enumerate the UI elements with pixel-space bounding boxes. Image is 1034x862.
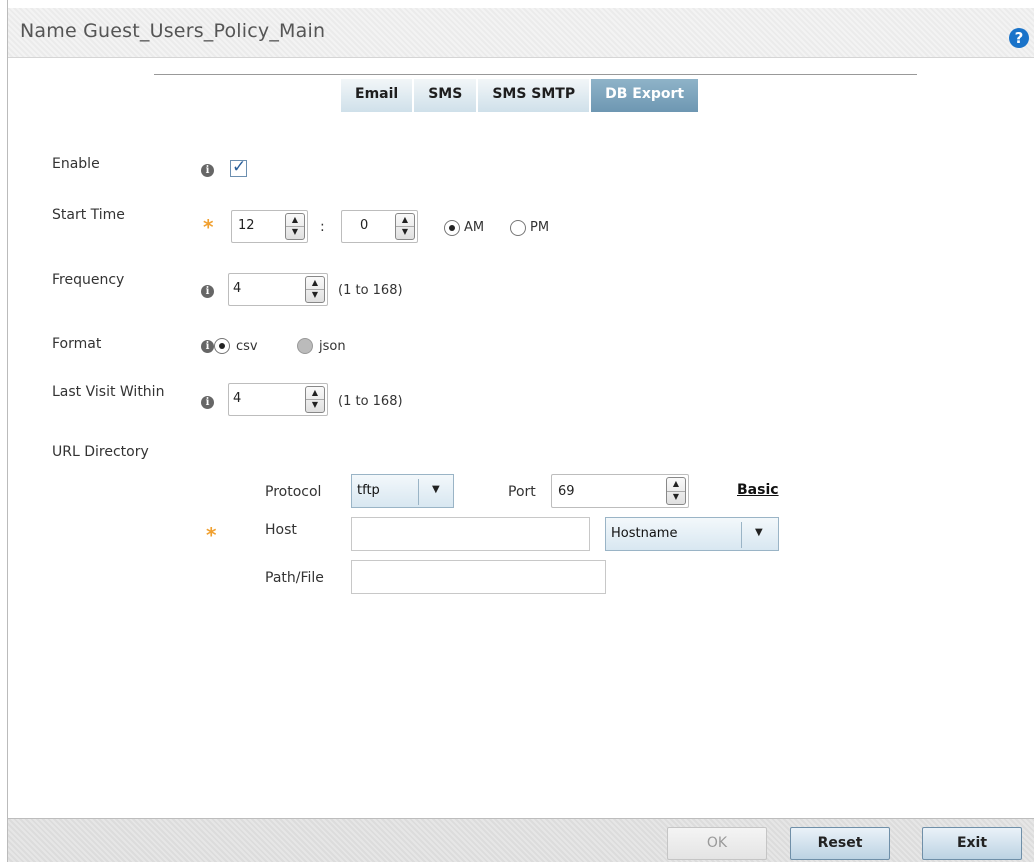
start-time-label: Start Time — [52, 207, 125, 223]
reset-button[interactable]: Reset — [790, 827, 890, 860]
frequency-range: (1 to 168) — [338, 283, 403, 298]
tab-db-export[interactable]: DB Export — [591, 79, 701, 112]
protocol-value: tftp — [357, 483, 380, 498]
arrow-down-icon[interactable]: ▼ — [306, 289, 324, 301]
port-value: 69 — [558, 484, 575, 499]
path-file-input[interactable] — [351, 560, 606, 594]
info-icon: i — [201, 396, 214, 409]
info-icon: i — [201, 340, 214, 353]
json-label: json — [319, 339, 346, 354]
last-visit-label: Last Visit Within — [52, 384, 165, 400]
tab-bar: Email SMS SMS SMTP DB Export — [341, 79, 701, 112]
required-star-icon: * — [203, 215, 214, 239]
info-icon: i — [201, 285, 214, 298]
footer-bar: OK Reset Exit — [8, 818, 1034, 862]
stepper-buttons[interactable]: ▲ ▼ — [285, 213, 305, 240]
arrow-up-icon[interactable]: ▲ — [667, 479, 685, 491]
json-radio[interactable] — [297, 338, 313, 354]
exit-button[interactable]: Exit — [922, 827, 1022, 860]
arrow-down-icon[interactable]: ▼ — [306, 399, 324, 411]
required-star-icon: * — [206, 523, 217, 547]
policy-name-title: Name Guest_Users_Policy_Main — [20, 20, 326, 42]
host-type-select[interactable]: Hostname ▼ — [605, 517, 779, 551]
start-hour-value: 12 — [238, 218, 255, 233]
tab-email[interactable]: Email — [341, 79, 415, 112]
frequency-stepper[interactable]: 4 ▲ ▼ — [228, 273, 328, 306]
header-bar: Name Guest_Users_Policy_Main ? — [8, 8, 1034, 58]
host-input[interactable] — [351, 517, 590, 551]
stepper-buttons[interactable]: ▲ ▼ — [305, 276, 325, 303]
frequency-value: 4 — [233, 281, 242, 296]
arrow-down-icon[interactable]: ▼ — [396, 226, 414, 238]
start-minute-value: 0 — [360, 218, 369, 233]
help-icon[interactable]: ? — [1009, 28, 1029, 48]
csv-radio[interactable] — [214, 338, 230, 354]
tab-sms-smtp[interactable]: SMS SMTP — [478, 79, 592, 112]
port-label: Port — [508, 484, 536, 500]
tab-divider — [154, 74, 917, 75]
host-type-value: Hostname — [611, 526, 678, 541]
format-label: Format — [52, 336, 102, 352]
chevron-down-icon: ▼ — [432, 484, 440, 495]
select-separator — [741, 522, 742, 548]
start-minute-stepper[interactable]: 0 ▲ ▼ — [341, 210, 418, 243]
stepper-buttons[interactable]: ▲ ▼ — [305, 386, 325, 413]
port-stepper[interactable]: 69 ▲ ▼ — [551, 474, 689, 508]
pm-radio[interactable] — [510, 220, 526, 236]
arrow-down-icon[interactable]: ▼ — [667, 491, 685, 503]
stepper-buttons[interactable]: ▲ ▼ — [666, 477, 686, 505]
stepper-buttons[interactable]: ▲ ▼ — [395, 213, 415, 240]
enable-checkbox[interactable]: ✓ — [230, 157, 247, 177]
last-visit-range: (1 to 168) — [338, 394, 403, 409]
pm-label: PM — [530, 220, 550, 235]
am-label: AM — [464, 220, 485, 235]
csv-label: csv — [236, 339, 258, 354]
am-radio[interactable] — [444, 220, 460, 236]
protocol-select[interactable]: tftp ▼ — [351, 474, 454, 508]
host-label: Host — [265, 522, 297, 538]
ok-button[interactable]: OK — [667, 827, 767, 860]
arrow-down-icon[interactable]: ▼ — [286, 226, 304, 238]
last-visit-value: 4 — [233, 391, 242, 406]
policy-editor-window: Name Guest_Users_Policy_Main ? Email SMS… — [7, 0, 1034, 862]
enable-label: Enable — [52, 156, 100, 172]
time-separator: : — [320, 219, 325, 235]
url-directory-label: URL Directory — [52, 444, 149, 460]
chevron-down-icon: ▼ — [755, 527, 763, 538]
basic-link[interactable]: Basic — [737, 482, 779, 498]
protocol-label: Protocol — [265, 484, 322, 500]
start-hour-stepper[interactable]: 12 ▲ ▼ — [231, 210, 308, 243]
checkmark-icon: ✓ — [232, 157, 247, 177]
tab-sms[interactable]: SMS — [414, 79, 479, 112]
last-visit-stepper[interactable]: 4 ▲ ▼ — [228, 383, 328, 416]
frequency-label: Frequency — [52, 272, 125, 288]
info-icon: i — [201, 164, 214, 177]
path-file-label: Path/File — [265, 570, 324, 586]
select-separator — [418, 479, 419, 505]
